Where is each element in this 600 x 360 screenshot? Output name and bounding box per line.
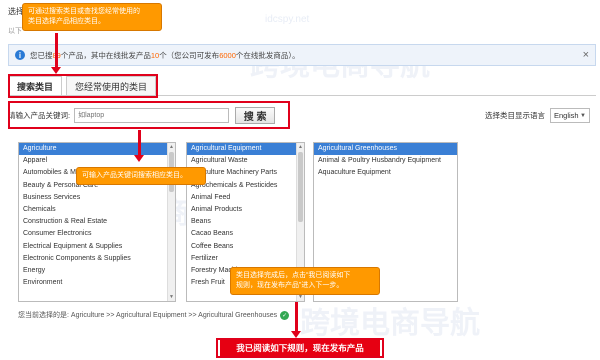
- highlight-box-submit: [216, 338, 384, 358]
- list-item[interactable]: Animal Feed: [187, 192, 304, 204]
- tip-keyword: 可输入产品关键词搜索相应类目。: [76, 167, 206, 185]
- info-icon: i: [15, 50, 25, 60]
- list-item[interactable]: Aquaculture Equipment: [314, 167, 457, 179]
- check-icon: ✓: [280, 310, 290, 320]
- chevron-down-icon: ▼: [580, 112, 586, 119]
- list-item[interactable]: Fertilizer: [187, 253, 304, 265]
- list-item[interactable]: Animal & Poultry Husbandry Equipment: [314, 155, 457, 167]
- path-label: 您当前选择的是:: [18, 312, 69, 319]
- selected-path: 您当前选择的是: Agriculture >> Agricultural Equ…: [18, 310, 290, 320]
- language-selected: English: [554, 111, 579, 120]
- scroll-up-icon[interactable]: ▲: [168, 143, 175, 151]
- page-subtitle: 以下: [8, 28, 22, 35]
- highlight-box-search: [8, 101, 290, 129]
- arrow-down-icon: [134, 130, 144, 162]
- list-item[interactable]: Agricultural Greenhouses: [314, 143, 457, 156]
- notice-bar: i 您已搜89个产品，其中在线批发产品10个（您公司可发布6000个在线批发商品…: [8, 44, 596, 66]
- language-label: 选择类目显示语言: [485, 111, 545, 120]
- list-item[interactable]: Energy: [19, 265, 175, 277]
- tip-category: 可通过搜索类目或查找您经常使用的 类目选择产品相应类目。: [22, 3, 162, 31]
- tip-line: 可通过搜索类目或查找您经常使用的: [28, 8, 140, 15]
- list-item[interactable]: Apparel: [19, 155, 175, 167]
- arrow-down-icon: [51, 33, 61, 74]
- list-item[interactable]: Environment: [19, 277, 175, 289]
- list-item[interactable]: Electrical Equipment & Supplies: [19, 241, 175, 253]
- list-item[interactable]: Electronic Components & Supplies: [19, 253, 175, 265]
- list-item[interactable]: Construction & Real Estate: [19, 216, 175, 228]
- arrow-down-icon: [291, 302, 301, 338]
- language-row: 选择类目显示语言 English ▼: [485, 108, 590, 123]
- list-item[interactable]: Agricultural Equipment: [187, 143, 304, 156]
- notice-text: 您已搜89个产品，其中在线批发产品10个（您公司可发布6000个在线批发商品）。: [30, 50, 300, 60]
- tip-line: 类目选择完成后，点击“我已阅读如下: [236, 272, 351, 279]
- list-item[interactable]: Consumer Electronics: [19, 228, 175, 240]
- highlight-box-tabs: [8, 74, 158, 98]
- list-item[interactable]: Coffee Beans: [187, 241, 304, 253]
- path-value: Agriculture >> Agricultural Equipment >>…: [70, 311, 278, 319]
- language-select[interactable]: English ▼: [550, 108, 590, 123]
- watermark-brand: 跨境电商导航: [300, 307, 480, 340]
- scroll-down-icon[interactable]: ▼: [168, 293, 175, 301]
- list-item[interactable]: Cacao Beans: [187, 228, 304, 240]
- list-item[interactable]: Chemicals: [19, 204, 175, 216]
- tip-submit: 类目选择完成后，点击“我已阅读如下 规则，现在发布产品”进入下一步。: [230, 267, 380, 295]
- list-item[interactable]: Animal Products: [187, 204, 304, 216]
- list-item[interactable]: Business Services: [19, 192, 175, 204]
- category-list-level1[interactable]: Agriculture Apparel Automobiles & Motorcyc…: [18, 142, 176, 302]
- list-item[interactable]: Agriculture: [19, 143, 175, 156]
- watermark-domain: idcspy.net: [265, 14, 310, 25]
- tip-line: 规则，现在发布产品”进入下一步。: [236, 282, 344, 289]
- scroll-up-icon[interactable]: ▲: [297, 143, 304, 151]
- list-item[interactable]: Beans: [187, 216, 304, 228]
- tip-line: 类目选择产品相应类目。: [28, 18, 105, 25]
- scroll-thumb[interactable]: [298, 152, 303, 222]
- close-icon[interactable]: ×: [583, 49, 589, 61]
- list-item[interactable]: Agricultural Waste: [187, 155, 304, 167]
